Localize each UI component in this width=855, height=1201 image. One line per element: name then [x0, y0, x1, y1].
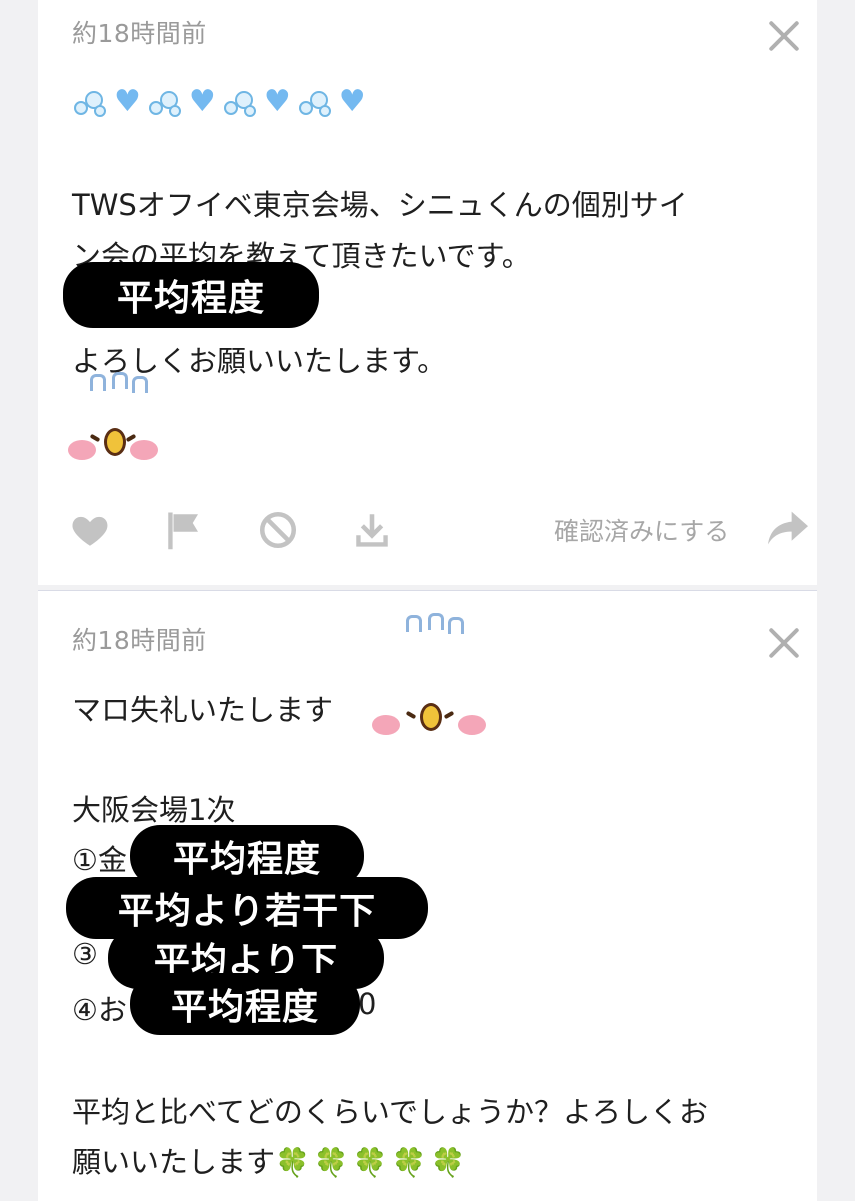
block-icon[interactable] [256, 508, 300, 552]
bubbles-icon [148, 87, 181, 117]
blue-heart-icon: ♥ [338, 84, 366, 119]
blue-heart-icon: ♥ [263, 84, 291, 119]
post-timestamp: 約18時間前 [72, 626, 207, 655]
post-text-span: 願いいたします [72, 1145, 276, 1179]
post-text-line: TWSオフイベ東京会場、シニュくんの個別サイ [72, 188, 688, 222]
share-arrow-icon[interactable] [766, 508, 810, 548]
post-text-line: ④お [72, 993, 127, 1027]
post-text-line: ③ [72, 937, 98, 971]
sticker-icon [368, 611, 486, 735]
redaction-overlay: 平均程度 [63, 262, 319, 328]
blue-heart-icon: ♥ [114, 84, 141, 119]
post-card: 約18時間前 マロ失礼いたします 大阪会場1次 ①金 ③ ④お 0 平均程度 平… [38, 590, 817, 1201]
mark-as-confirmed-button[interactable]: 確認済みにする [554, 512, 729, 548]
clover-icon: 🍀🍀🍀🍀🍀 [275, 1146, 470, 1179]
post-text-line: マロ失礼いたします [72, 693, 334, 727]
post-actions [68, 508, 444, 552]
heart-icon[interactable] [68, 508, 112, 552]
download-icon[interactable] [350, 508, 394, 552]
post-timestamp: 約18時間前 [72, 19, 207, 48]
flag-icon[interactable] [162, 508, 206, 552]
close-icon[interactable] [766, 18, 802, 54]
bubbles-icon [298, 87, 331, 117]
decoration-row: ♥ ♥ ♥ ♥ [74, 87, 366, 117]
bubbles-icon [223, 87, 256, 117]
post-card: 約18時間前 ♥ ♥ ♥ ♥ TWSオフイベ東京会場、シニュくんの個別サイ ン会… [38, 0, 817, 585]
redaction-overlay: 平均程度 [130, 973, 360, 1035]
sticker-icon [68, 370, 168, 480]
post-text-line: 願いいたします🍀🍀🍀🍀🍀 [72, 1139, 469, 1181]
post-text-line: 平均と比べてどのくらいでしょうか？よろしくお [72, 1095, 708, 1129]
bubbles-icon [74, 87, 106, 117]
close-icon[interactable] [766, 625, 802, 661]
post-text-line: ①金 [72, 843, 127, 877]
post-text-line: 大阪会場1次 [72, 793, 236, 827]
blue-heart-icon: ♥ [188, 84, 216, 119]
post-text-line: 0 [358, 987, 377, 1021]
